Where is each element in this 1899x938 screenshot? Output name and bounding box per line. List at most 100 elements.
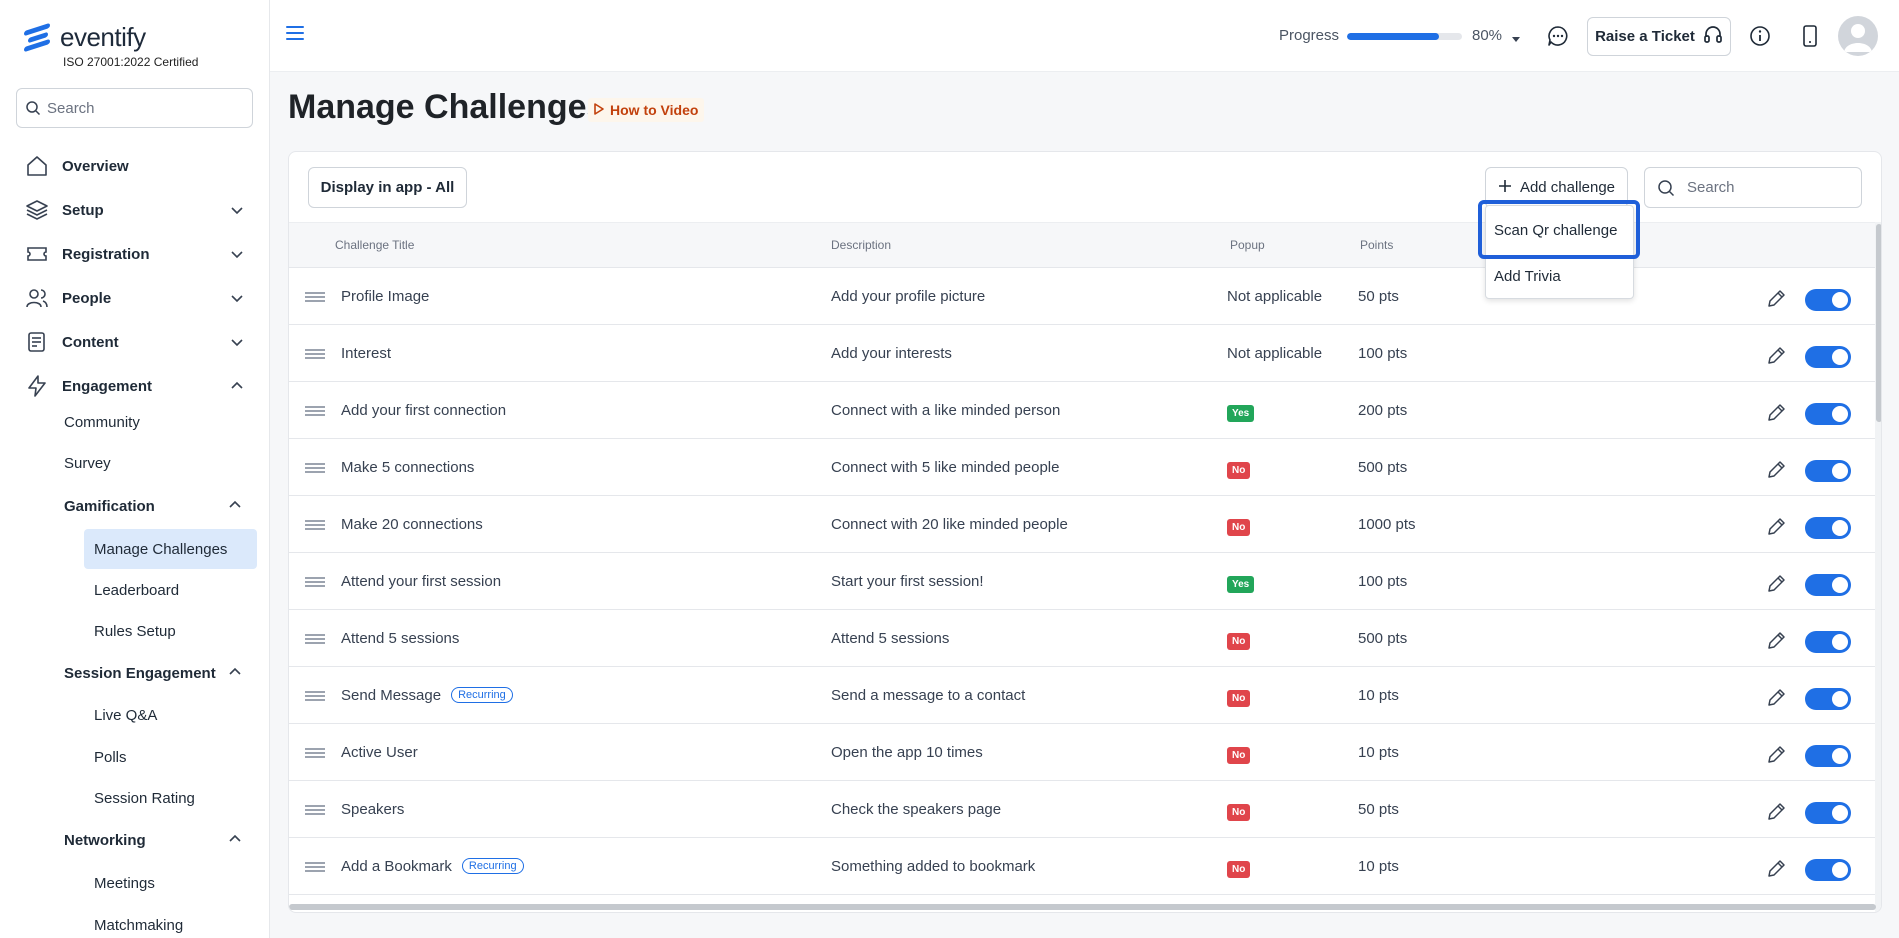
challenge-title-text: Attend your first session: [341, 573, 502, 590]
enabled-toggle[interactable]: [1805, 403, 1851, 425]
edit-icon[interactable]: [1765, 516, 1789, 540]
horizontal-scrollbar[interactable]: [289, 904, 1876, 910]
challenge-title: Speakers: [341, 801, 404, 818]
edit-icon[interactable]: [1765, 858, 1789, 882]
sidebar-item-survey[interactable]: Survey: [64, 455, 111, 472]
how-to-video-link[interactable]: How to Video: [588, 98, 705, 122]
info-icon[interactable]: [1748, 24, 1772, 48]
raise-ticket-button[interactable]: Raise a Ticket: [1587, 17, 1731, 56]
recurring-badge: Recurring: [461, 858, 524, 874]
menu-icon[interactable]: [286, 26, 304, 42]
drag-handle-icon[interactable]: [305, 406, 325, 416]
drag-handle-icon[interactable]: [305, 577, 325, 587]
drag-handle-icon[interactable]: [305, 862, 325, 872]
table-row: Active User Open the app 10 times No 10 pts: [289, 724, 1876, 781]
drag-handle-icon[interactable]: [305, 520, 325, 530]
sidebar-search-input[interactable]: [47, 99, 237, 117]
challenge-title-text: Make 20 connections: [341, 516, 483, 533]
vertical-scrollbar[interactable]: [1876, 224, 1881, 422]
edit-icon[interactable]: [1765, 744, 1789, 768]
sidebar-item-overview[interactable]: Overview: [24, 149, 246, 183]
popup-status-badge: No: [1227, 462, 1251, 479]
caret-down-icon[interactable]: [1511, 31, 1521, 49]
drag-handle-icon[interactable]: [305, 748, 325, 758]
column-header-popup[interactable]: Popup: [1230, 238, 1265, 252]
edit-icon[interactable]: [1765, 801, 1789, 825]
logo-icon: [24, 22, 52, 52]
sidebar-item-session-rating[interactable]: Session Rating: [94, 790, 195, 807]
table-row: Send Message Recurring Send a message to a…: [289, 667, 1876, 724]
drag-handle-icon[interactable]: [305, 292, 325, 302]
sidebar-item-setup[interactable]: Setup: [24, 193, 246, 227]
popup-status-badge: Yes: [1227, 576, 1255, 593]
chat-icon[interactable]: [1546, 24, 1570, 48]
sidebar-search[interactable]: [16, 88, 253, 128]
table-row: Add your first connection Connect with a …: [289, 382, 1876, 439]
edit-icon[interactable]: [1765, 402, 1789, 426]
edit-icon[interactable]: [1765, 630, 1789, 654]
sidebar-item-community[interactable]: Community: [64, 414, 140, 431]
challenge-title: Make 20 connections: [341, 516, 483, 533]
challenge-title-text: Add your first connection: [341, 402, 507, 419]
enabled-toggle[interactable]: [1805, 574, 1851, 596]
sidebar-item-leaderboard[interactable]: Leaderboard: [94, 582, 179, 599]
sidebar-item-live-qa[interactable]: Live Q&A: [94, 707, 157, 724]
column-header-points[interactable]: Points: [1360, 238, 1393, 252]
sidebar-item-manage-challenges[interactable]: Manage Challenges: [84, 529, 257, 569]
drag-handle-icon[interactable]: [305, 805, 325, 815]
display-filter-button[interactable]: Display in app - All: [308, 167, 467, 208]
enabled-toggle[interactable]: [1805, 859, 1851, 881]
enabled-toggle[interactable]: [1805, 346, 1851, 368]
sidebar-item-gamification[interactable]: Gamification: [64, 498, 155, 515]
brand-logo[interactable]: eventify: [24, 22, 146, 53]
drag-handle-icon[interactable]: [305, 634, 325, 644]
challenge-description: Connect with 5 like minded people: [831, 459, 1060, 476]
edit-icon[interactable]: [1765, 345, 1789, 369]
avatar[interactable]: [1838, 16, 1878, 56]
challenge-description: Attend 5 sessions: [831, 630, 950, 647]
edit-icon[interactable]: [1765, 573, 1789, 597]
table-row: Attend 5 sessions Attend 5 sessions No 500 …: [289, 610, 1876, 667]
edit-icon[interactable]: [1765, 459, 1789, 483]
challenge-points: 10 pts: [1358, 858, 1399, 875]
enabled-toggle[interactable]: [1805, 745, 1851, 767]
column-header-title[interactable]: Challenge Title: [335, 238, 414, 252]
chevron-up-icon[interactable]: [228, 832, 242, 851]
column-header-description[interactable]: Description: [831, 238, 891, 252]
enabled-toggle[interactable]: [1805, 631, 1851, 653]
challenge-title: Add a Bookmark Recurring: [341, 858, 524, 875]
sidebar-item-meetings[interactable]: Meetings: [94, 875, 155, 892]
drag-handle-icon[interactable]: [305, 463, 325, 473]
edit-icon[interactable]: [1765, 288, 1789, 312]
drag-handle-icon[interactable]: [305, 349, 325, 359]
document-icon: [24, 329, 50, 355]
challenge-points: 1000 pts: [1358, 516, 1416, 533]
edit-icon[interactable]: [1765, 687, 1789, 711]
chevron-up-icon[interactable]: [228, 665, 242, 684]
sidebar-item-content[interactable]: Content: [24, 325, 246, 359]
sidebar-item-networking[interactable]: Networking: [64, 832, 146, 849]
sidebar-item-rules-setup[interactable]: Rules Setup: [94, 623, 176, 640]
sidebar-item-engagement[interactable]: Engagement: [24, 369, 246, 403]
sidebar-item-session-engagement[interactable]: Session Engagement: [64, 665, 216, 682]
page-title: Manage Challenges: [288, 88, 606, 126]
enabled-toggle[interactable]: [1805, 517, 1851, 539]
enabled-toggle[interactable]: [1805, 460, 1851, 482]
chevron-up-icon[interactable]: [228, 498, 242, 517]
table-search-input[interactable]: [1687, 179, 1847, 196]
sidebar-item-people[interactable]: People: [24, 281, 246, 315]
menu-item-add-trivia[interactable]: Add Trivia: [1494, 268, 1561, 285]
sidebar-item-label: Setup: [62, 201, 104, 219]
mobile-icon[interactable]: [1798, 24, 1822, 48]
sidebar-item-matchmaking[interactable]: Matchmaking: [94, 917, 183, 934]
sidebar-item-registration[interactable]: Registration: [24, 237, 246, 271]
recurring-badge: Recurring: [451, 687, 513, 703]
enabled-toggle[interactable]: [1805, 688, 1851, 710]
drag-handle-icon[interactable]: [305, 691, 325, 701]
challenge-description: Send a message to a contact: [831, 687, 1026, 704]
table-search[interactable]: [1644, 167, 1862, 208]
enabled-toggle[interactable]: [1805, 802, 1851, 824]
layers-icon: [24, 197, 50, 223]
sidebar-item-polls[interactable]: Polls: [94, 749, 127, 766]
enabled-toggle[interactable]: [1805, 289, 1851, 311]
